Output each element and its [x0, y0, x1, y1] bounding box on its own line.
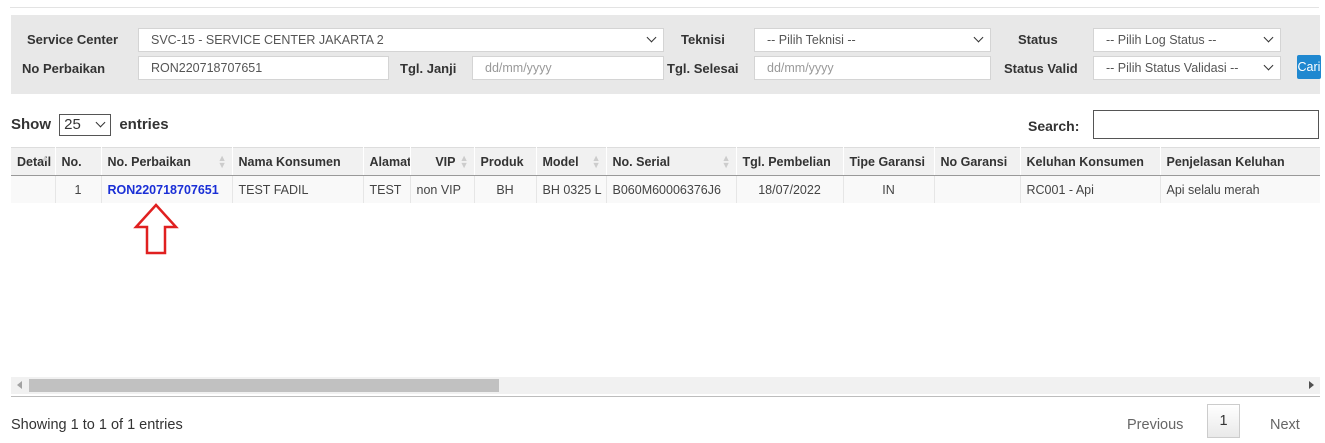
cari-button[interactable]: Cari: [1297, 55, 1321, 79]
entries-label: entries: [119, 115, 169, 133]
tgl-selesai-input[interactable]: dd/mm/yyyy: [754, 56, 991, 80]
cell-produk: BH: [474, 175, 537, 203]
results-table: Detail ▲ No. No. Perbaikan ▲ ▼ Nama Konsume…: [11, 147, 1320, 203]
horizontal-scrollbar[interactable]: [11, 377, 1320, 394]
length-control: Show 25 entries: [11, 114, 169, 136]
scroll-left-icon[interactable]: [17, 381, 22, 389]
length-select[interactable]: 25: [59, 114, 112, 136]
table-info: Showing 1 to 1 of 1 entries: [11, 417, 183, 433]
chevron-down-icon: [646, 32, 657, 43]
sort-icon: ▲: [40, 153, 50, 163]
scrollbar-thumb[interactable]: [29, 379, 499, 392]
chevron-down-icon: [1263, 32, 1274, 43]
status-select[interactable]: -- Pilih Log Status --: [1093, 28, 1281, 52]
status-valid-value: -- Pilih Status Validasi --: [1106, 61, 1239, 75]
cell-penjelasan-keluhan: Api selalu merah: [1160, 175, 1320, 203]
cell-detail[interactable]: [11, 175, 56, 203]
cell-tgl-pembelian: 18/07/2022: [736, 175, 844, 203]
cell-no: 1: [55, 175, 102, 203]
sort-icon: ▲ ▼: [459, 153, 469, 170]
col-header-detail[interactable]: Detail ▲: [11, 147, 56, 176]
filter-panel: Service Center SVC-15 - SERVICE CENTER J…: [11, 15, 1320, 94]
cell-keluhan-konsumen: RC001 - Api: [1020, 175, 1161, 203]
cell-alamat: TEST: [363, 175, 411, 203]
search-input[interactable]: [1093, 110, 1319, 139]
scroll-right-icon[interactable]: [1309, 381, 1314, 389]
up-arrow-icon: [133, 203, 179, 255]
previous-button[interactable]: Previous: [1127, 417, 1183, 433]
cell-nama-konsumen: TEST FADIL: [232, 175, 364, 203]
sort-icon: ▲ ▼: [217, 153, 227, 170]
col-header-tipe-garansi[interactable]: Tipe Garansi: [843, 147, 935, 176]
status-label: Status: [1018, 32, 1058, 47]
status-valid-label: Status Valid: [1004, 61, 1078, 76]
service-center-label: Service Center: [27, 32, 119, 47]
tgl-selesai-placeholder: dd/mm/yyyy: [767, 61, 834, 75]
col-header-penjelasan-keluhan[interactable]: Penjelasan Keluhan: [1160, 147, 1320, 176]
teknisi-value: -- Pilih Teknisi --: [767, 33, 856, 47]
tgl-janji-placeholder: dd/mm/yyyy: [485, 61, 552, 75]
no-perbaikan-link[interactable]: RON220718707651: [108, 183, 219, 197]
cell-model: BH 0325 L: [536, 175, 607, 203]
cell-tipe-garansi: IN: [843, 175, 935, 203]
tgl-selesai-label: Tgl. Selesai: [667, 61, 739, 76]
length-value: 25: [64, 116, 81, 133]
tgl-janji-label: Tgl. Janji: [400, 61, 457, 76]
col-header-vip[interactable]: VIP ▲ ▼: [410, 147, 475, 176]
status-valid-select[interactable]: -- Pilih Status Validasi --: [1093, 56, 1281, 80]
col-header-no[interactable]: No.: [55, 147, 102, 176]
table-header-row: Detail ▲ No. No. Perbaikan ▲ ▼ Nama Konsume…: [11, 147, 1320, 176]
table-row: 1 RON220718707651 TEST FADIL TEST non VI…: [11, 175, 1320, 203]
chevron-down-icon: [95, 117, 106, 128]
sort-icon: ▲ ▼: [591, 153, 601, 170]
col-header-keluhan-konsumen[interactable]: Keluhan Konsumen: [1020, 147, 1161, 176]
no-perbaikan-input[interactable]: RON220718707651: [138, 56, 389, 80]
status-value: -- Pilih Log Status --: [1106, 33, 1217, 47]
cell-vip: non VIP: [410, 175, 475, 203]
show-label: Show: [11, 115, 51, 133]
chevron-down-icon: [1263, 60, 1274, 71]
cell-no-perbaikan: RON220718707651: [101, 175, 233, 203]
service-center-value: SVC-15 - SERVICE CENTER JAKARTA 2: [151, 33, 384, 47]
search-label: Search:: [1028, 118, 1080, 134]
cell-no-serial: B060M60006376J6: [606, 175, 737, 203]
col-header-model[interactable]: Model ▲ ▼: [536, 147, 607, 176]
col-header-produk[interactable]: Produk: [474, 147, 537, 176]
page-1-button[interactable]: 1: [1207, 404, 1240, 438]
no-perbaikan-label: No Perbaikan: [22, 61, 106, 76]
col-header-tgl-pembelian[interactable]: Tgl. Pembelian: [736, 147, 844, 176]
col-header-no-perbaikan[interactable]: No. Perbaikan ▲ ▼: [101, 147, 233, 176]
no-perbaikan-value: RON220718707651: [151, 61, 263, 75]
top-divider: [10, 7, 1319, 8]
col-header-nama-konsumen[interactable]: Nama Konsumen: [232, 147, 364, 176]
teknisi-select[interactable]: -- Pilih Teknisi --: [754, 28, 991, 52]
service-center-select[interactable]: SVC-15 - SERVICE CENTER JAKARTA 2: [138, 28, 664, 52]
sort-icon: ▲ ▼: [721, 153, 731, 170]
col-header-no-serial[interactable]: No. Serial ▲ ▼: [606, 147, 737, 176]
chevron-down-icon: [973, 32, 984, 43]
tgl-janji-input[interactable]: dd/mm/yyyy: [472, 56, 664, 80]
table-bottom-divider: [11, 396, 1320, 397]
col-header-no-garansi[interactable]: No Garansi: [934, 147, 1021, 176]
teknisi-label: Teknisi: [681, 32, 725, 47]
col-header-alamat[interactable]: Alamat: [363, 147, 411, 176]
next-button[interactable]: Next: [1270, 417, 1300, 433]
cell-no-garansi: [934, 175, 1021, 203]
